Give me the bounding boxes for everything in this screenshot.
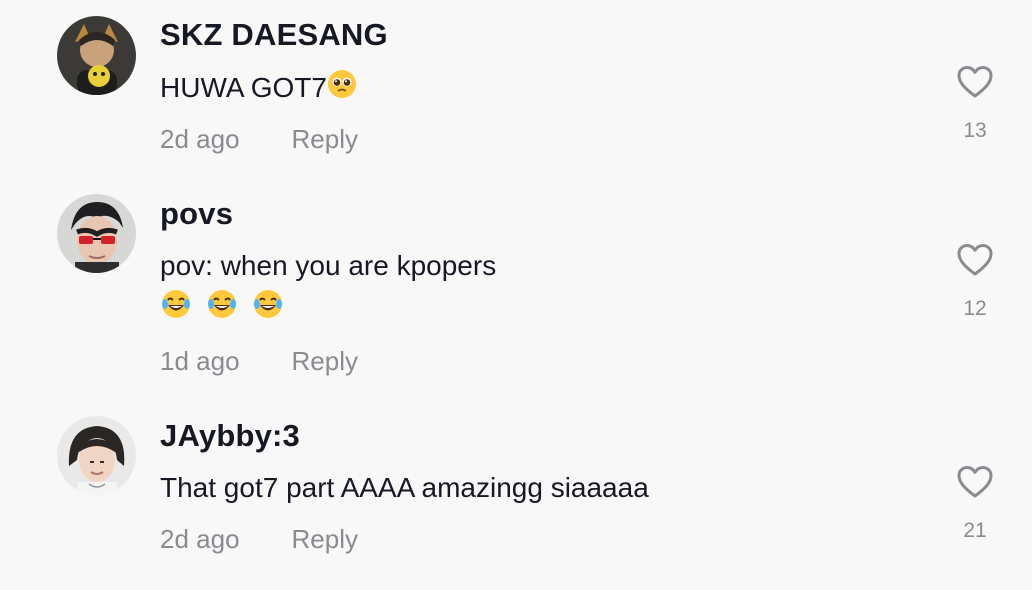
reply-button[interactable]: Reply (292, 346, 358, 376)
like-count: 13 (963, 119, 987, 142)
comment-timestamp: 2d ago (160, 124, 240, 154)
avatar[interactable] (57, 416, 136, 495)
avatar[interactable] (57, 16, 136, 95)
like-button[interactable]: 12 (955, 243, 995, 321)
comment-text-content: HUWA GOT7 (160, 72, 327, 103)
comment-meta: 2d ago Reply (160, 124, 358, 155)
comment-text: That got7 part AAAA amazingg siaaaaa (160, 472, 649, 503)
heart-outline-icon[interactable] (955, 465, 995, 499)
pleading-face-icon (327, 69, 357, 110)
tears-of-joy-icon (160, 288, 192, 331)
comment-text: HUWA GOT7 (160, 68, 357, 110)
like-count: 12 (963, 297, 987, 320)
comment-username[interactable]: JAybby:3 (160, 418, 300, 454)
comment-timestamp: 2d ago (160, 524, 240, 554)
avatar[interactable] (57, 194, 136, 273)
tears-of-joy-icon (252, 288, 284, 331)
heart-outline-icon[interactable] (955, 243, 995, 277)
tears-of-joy-icon (206, 288, 238, 331)
comment-timestamp: 1d ago (160, 346, 240, 376)
reply-button[interactable]: Reply (292, 524, 358, 554)
like-button[interactable]: 13 (955, 65, 995, 143)
emoji-line (160, 288, 284, 331)
like-count: 21 (963, 519, 987, 542)
heart-outline-icon[interactable] (955, 65, 995, 99)
comment-meta: 1d ago Reply (160, 346, 358, 377)
comment-username[interactable]: SKZ DAESANG (160, 17, 388, 53)
like-button[interactable]: 21 (955, 465, 995, 543)
comment-username[interactable]: povs (160, 196, 233, 232)
reply-button[interactable]: Reply (292, 124, 358, 154)
comment-meta: 2d ago Reply (160, 524, 358, 555)
comment-text: pov: when you are kpopers (160, 250, 497, 281)
